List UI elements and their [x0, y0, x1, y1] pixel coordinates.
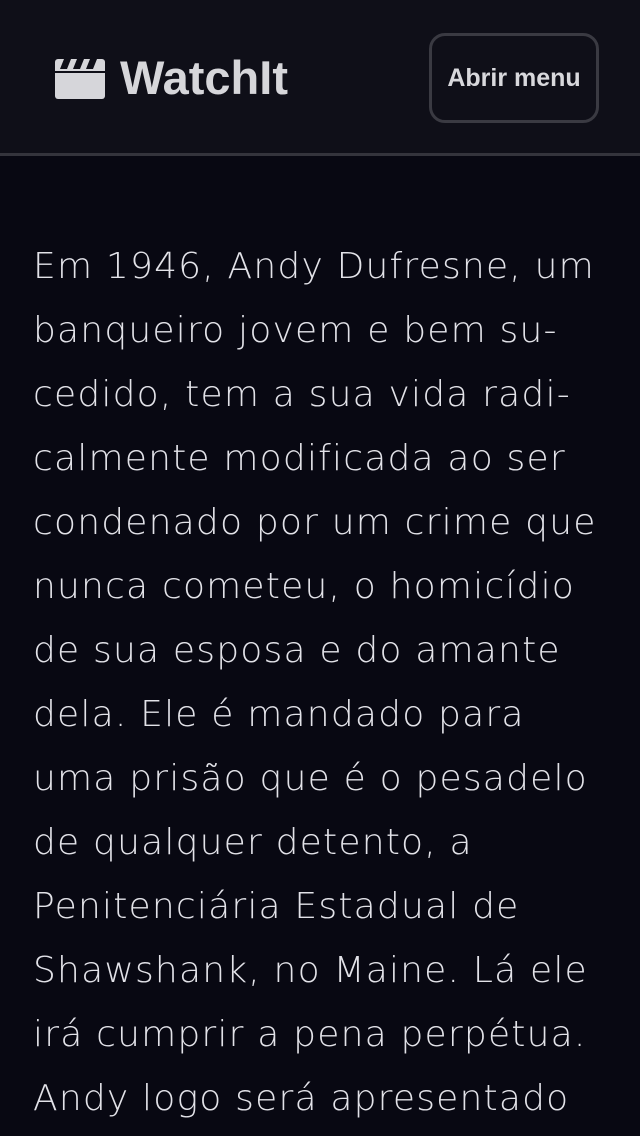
synopsis-line: irá cumprir a pena perpétua. [33, 1014, 587, 1055]
open-menu-button[interactable]: Abrir menu [429, 33, 599, 123]
synopsis-text: Em 1946, Andy Dufresne, um banqueiro jove… [33, 235, 613, 1131]
clapperboard-icon [55, 59, 105, 99]
synopsis-line: Penitenciária Estadual de [33, 886, 520, 927]
synopsis-line: de sua esposa e do amante [33, 630, 561, 671]
synopsis-line: Andy logo será apresentado [33, 1078, 570, 1119]
movie-synopsis-section: Em 1946, Andy Dufresne, um banqueiro jove… [0, 159, 640, 1136]
synopsis-line: calmente modificada ao ser [33, 438, 566, 479]
synopsis-line: cedido, tem a sua vida radi- [33, 374, 571, 415]
synopsis-line: condenado por um crime que [33, 502, 597, 543]
brand-name: WatchIt [120, 51, 288, 104]
synopsis-line: Em 1946, Andy Dufresne, um [33, 246, 595, 287]
synopsis-line: nunca cometeu, o homicídio [33, 566, 576, 607]
app-header: WatchIt Abrir menu [0, 0, 640, 156]
brand-logo[interactable]: WatchIt [55, 50, 288, 106]
synopsis-line: Shawshank, no Maine. Lá ele [33, 950, 588, 991]
synopsis-line: uma prisão que é o pesadelo [33, 758, 588, 799]
synopsis-line: dela. Ele é mandado para [33, 694, 525, 735]
synopsis-line: banqueiro jovem e bem su- [33, 310, 558, 351]
synopsis-line: de qualquer detento, a [33, 822, 473, 863]
